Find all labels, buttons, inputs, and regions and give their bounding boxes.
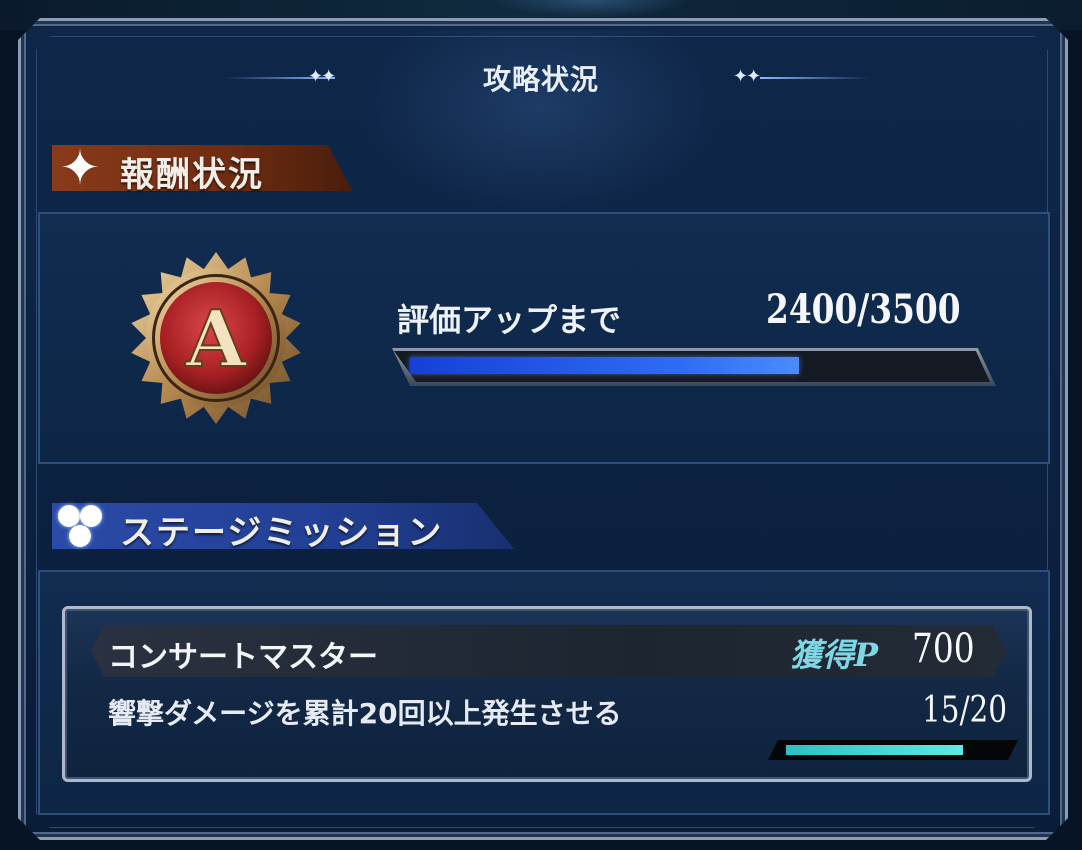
reward-section-header: ✦ 報酬状況 (52, 140, 352, 196)
mission-progress-fill (786, 745, 963, 755)
title-divider-right (760, 77, 870, 79)
mission-name: コンサートマスター (108, 640, 378, 675)
rank-progress-fill (410, 357, 799, 374)
rank-medal-icon: A (131, 252, 301, 424)
sparkle-icon: ✦ (59, 140, 101, 196)
mission-description: 響撃ダメージを累計20回以上発生させる (108, 697, 622, 730)
hexagon-cluster-icon (54, 501, 110, 553)
rank-progress-value: 2400/3500 (766, 286, 961, 333)
title-sparkle-icon-right: ✦✦ (733, 66, 761, 87)
mission-progress-count: 15/20 (922, 690, 1008, 731)
mission-points-value: 700 (912, 626, 975, 672)
reward-header-label: 報酬状況 (120, 155, 264, 195)
mission-header-label: ステージミッション (120, 513, 444, 553)
rank-letter: A (185, 294, 248, 385)
rank-progress-bar (392, 348, 996, 386)
rank-progress-label: 評価アップまで (397, 301, 622, 339)
panel-title: 攻略状況 (482, 63, 599, 96)
background-ornament (490, 0, 690, 18)
mission-progress-bar (768, 740, 1018, 760)
mission-points-label: 獲得P (790, 636, 879, 674)
mission-section-header: ステージミッション (52, 503, 514, 553)
